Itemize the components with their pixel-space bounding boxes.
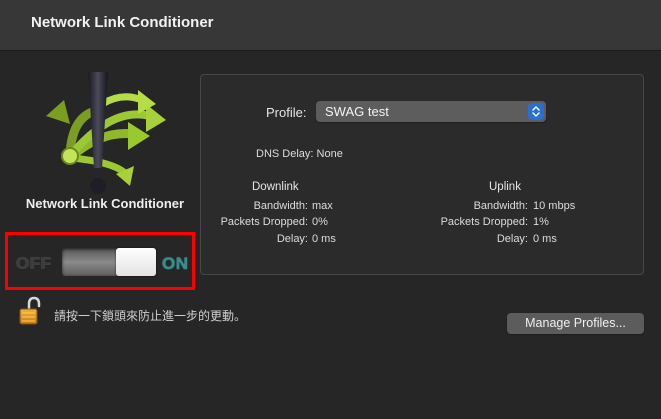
lock-hint-text: 請按一下鎖頭來防止進一步的更動。 — [54, 309, 247, 323]
uplink-bandwidth-value: 10 mbps — [533, 200, 576, 212]
downlink-delay-value: 0 ms — [312, 233, 336, 245]
chevron-up-down-icon — [528, 103, 544, 120]
uplink-delay-value: 0 ms — [533, 233, 557, 245]
exclamation-arrows-icon — [46, 72, 166, 194]
manage-profiles-button[interactable]: Manage Profiles... — [507, 313, 644, 334]
switch-off-label: OFF — [16, 254, 52, 273]
preference-window: Network Link Conditioner Network Link Co… — [0, 0, 661, 419]
uplink-packets-value: 1% — [533, 216, 549, 228]
uplink-delay-label: Delay: — [496, 233, 528, 245]
window-title: Network Link Conditioner — [31, 14, 214, 31]
title-bar: Network Link Conditioner — [0, 0, 661, 51]
profile-label: Profile: — [266, 105, 307, 120]
downlink-packets-value: 0% — [312, 216, 328, 228]
profile-select[interactable]: SWAG test — [316, 101, 546, 122]
downlink-bandwidth-value: max — [312, 200, 333, 212]
dns-delay-text: DNS Delay: None — [256, 148, 343, 160]
profile-selected-value: SWAG test — [325, 104, 389, 119]
switch-on-label: ON — [162, 254, 189, 273]
uplink-header: Uplink — [489, 181, 521, 193]
downlink-delay-label: Delay: — [276, 233, 308, 245]
uplink-bandwidth-label: Bandwidth: — [473, 200, 528, 212]
downlink-packets-label: Packets Dropped: — [220, 216, 308, 228]
app-name-label: Network Link Conditioner — [25, 196, 185, 211]
switch-knob[interactable] — [116, 248, 156, 276]
downlink-header: Downlink — [252, 181, 299, 193]
downlink-bandwidth-label: Bandwidth: — [253, 200, 308, 212]
uplink-packets-label: Packets Dropped: — [440, 216, 528, 228]
open-lock-icon[interactable] — [19, 296, 41, 326]
